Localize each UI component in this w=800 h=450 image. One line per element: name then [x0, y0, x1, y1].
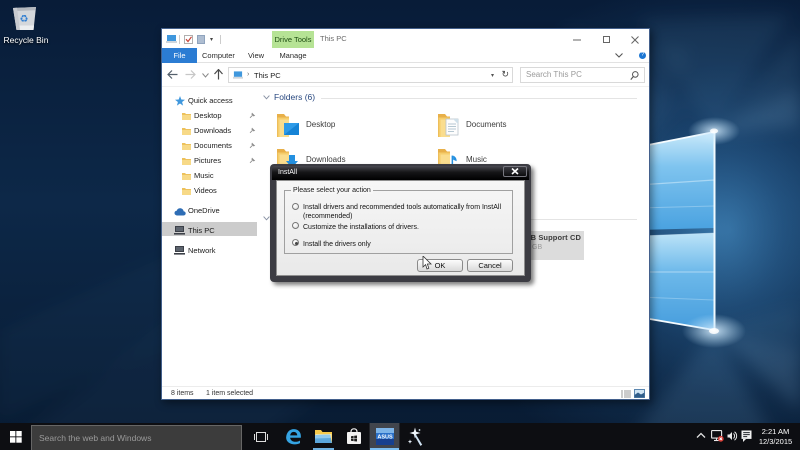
svg-text:♻: ♻: [20, 14, 29, 25]
svg-text:ASUS: ASUS: [377, 435, 393, 441]
